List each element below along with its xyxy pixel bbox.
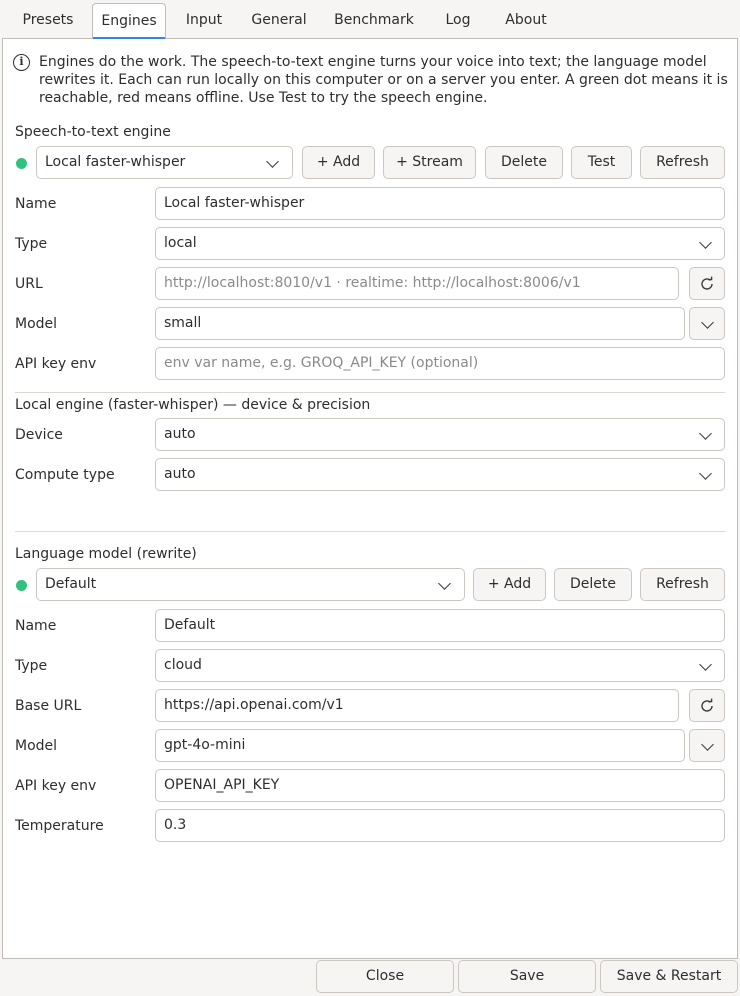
refresh-icon xyxy=(701,698,713,712)
llm-model-label: Model xyxy=(15,738,58,754)
llm-status-dot xyxy=(16,580,27,591)
stt-url-input[interactable]: http://localhost:8010/v1 · realtime: htt… xyxy=(155,267,679,300)
tab-input[interactable]: Input xyxy=(173,3,235,38)
separator xyxy=(15,531,725,532)
chevron-down-icon xyxy=(701,316,714,329)
llm-name-label: Name xyxy=(15,618,57,634)
stt-model-label: Model xyxy=(15,316,58,332)
llm-add-button[interactable]: + Add xyxy=(473,568,546,601)
llm-apikey-input[interactable]: OPENAI_API_KEY xyxy=(155,769,725,802)
intro-text: Engines do the work. The speech-to-text … xyxy=(39,54,728,106)
save-restart-button[interactable]: Save & Restart xyxy=(600,960,738,993)
stt-add-stream-button[interactable]: + Stream xyxy=(383,146,476,179)
device-selected: auto xyxy=(164,426,196,442)
llm-model-input[interactable]: gpt-4o-mini xyxy=(155,729,685,762)
tab-log[interactable]: Log xyxy=(432,3,484,38)
stt-url-label: URL xyxy=(15,276,43,292)
save-button[interactable]: Save xyxy=(458,960,596,993)
chevron-down-icon xyxy=(699,236,712,249)
chevron-down-icon xyxy=(266,155,279,168)
tab-general[interactable]: General xyxy=(240,3,318,38)
llm-delete-button[interactable]: Delete xyxy=(554,568,632,601)
stt-test-button[interactable]: Test xyxy=(571,146,632,179)
stt-name-input[interactable]: Local faster-whisper xyxy=(155,187,725,220)
stt-type-select[interactable]: local xyxy=(155,227,725,260)
tab-engines[interactable]: Engines xyxy=(92,3,166,39)
stt-model-input[interactable]: small xyxy=(155,307,685,340)
llm-type-select[interactable]: cloud xyxy=(155,649,725,682)
tab-presets[interactable]: Presets xyxy=(11,3,85,38)
llm-model-dropdown-button[interactable] xyxy=(689,729,725,762)
llm-type-label: Type xyxy=(15,658,48,674)
llm-section-title: Language model (rewrite) xyxy=(15,546,197,562)
stt-section-title: Speech-to-text engine xyxy=(15,124,171,140)
llm-selected: Default xyxy=(45,576,97,592)
llm-refresh-button[interactable]: Refresh xyxy=(640,568,725,601)
stt-delete-button[interactable]: Delete xyxy=(485,146,563,179)
llm-apikey-label: API key env xyxy=(15,778,97,794)
compute-type-selected: auto xyxy=(164,466,196,482)
temperature-input[interactable]: 0.3 xyxy=(155,809,725,842)
stt-status-dot xyxy=(16,158,27,169)
llm-select[interactable]: Default xyxy=(36,568,465,601)
llm-baseurl-refresh-button[interactable] xyxy=(689,689,725,722)
chevron-down-icon xyxy=(701,738,714,751)
chevron-down-icon xyxy=(438,577,451,590)
stt-apikey-input[interactable]: env var name, e.g. GROQ_API_KEY (optiona… xyxy=(155,347,725,380)
llm-baseurl-input[interactable]: https://api.openai.com/v1 xyxy=(155,689,679,722)
stt-url-refresh-button[interactable] xyxy=(689,267,725,300)
refresh-icon xyxy=(701,276,713,290)
separator xyxy=(15,392,725,393)
chevron-down-icon xyxy=(699,467,712,480)
stt-type-selected: local xyxy=(164,235,197,251)
close-button[interactable]: Close xyxy=(316,960,454,993)
tab-benchmark[interactable]: Benchmark xyxy=(325,3,423,38)
llm-baseurl-label: Base URL xyxy=(15,698,82,714)
device-select[interactable]: auto xyxy=(155,418,725,451)
device-label: Device xyxy=(15,427,63,443)
llm-name-input[interactable]: Default xyxy=(155,609,725,642)
chevron-down-icon xyxy=(699,658,712,671)
compute-type-select[interactable]: auto xyxy=(155,458,725,491)
stt-engine-selected: Local faster-whisper xyxy=(45,154,186,170)
compute-type-label: Compute type xyxy=(15,467,115,483)
tab-bar: Presets Engines Input General Benchmark … xyxy=(0,0,740,39)
stt-add-button[interactable]: + Add xyxy=(302,146,375,179)
llm-type-selected: cloud xyxy=(164,657,202,673)
info-icon: i xyxy=(13,54,30,71)
temperature-label: Temperature xyxy=(15,818,104,834)
local-engine-section-title: Local engine (faster-whisper) — device &… xyxy=(15,397,371,413)
tab-about[interactable]: About xyxy=(494,3,558,38)
stt-engine-select[interactable]: Local faster-whisper xyxy=(36,146,293,179)
stt-refresh-button[interactable]: Refresh xyxy=(640,146,725,179)
stt-type-label: Type xyxy=(15,236,48,252)
chevron-down-icon xyxy=(699,427,712,440)
stt-apikey-label: API key env xyxy=(15,356,97,372)
stt-name-label: Name xyxy=(15,196,57,212)
stt-model-dropdown-button[interactable] xyxy=(689,307,725,340)
